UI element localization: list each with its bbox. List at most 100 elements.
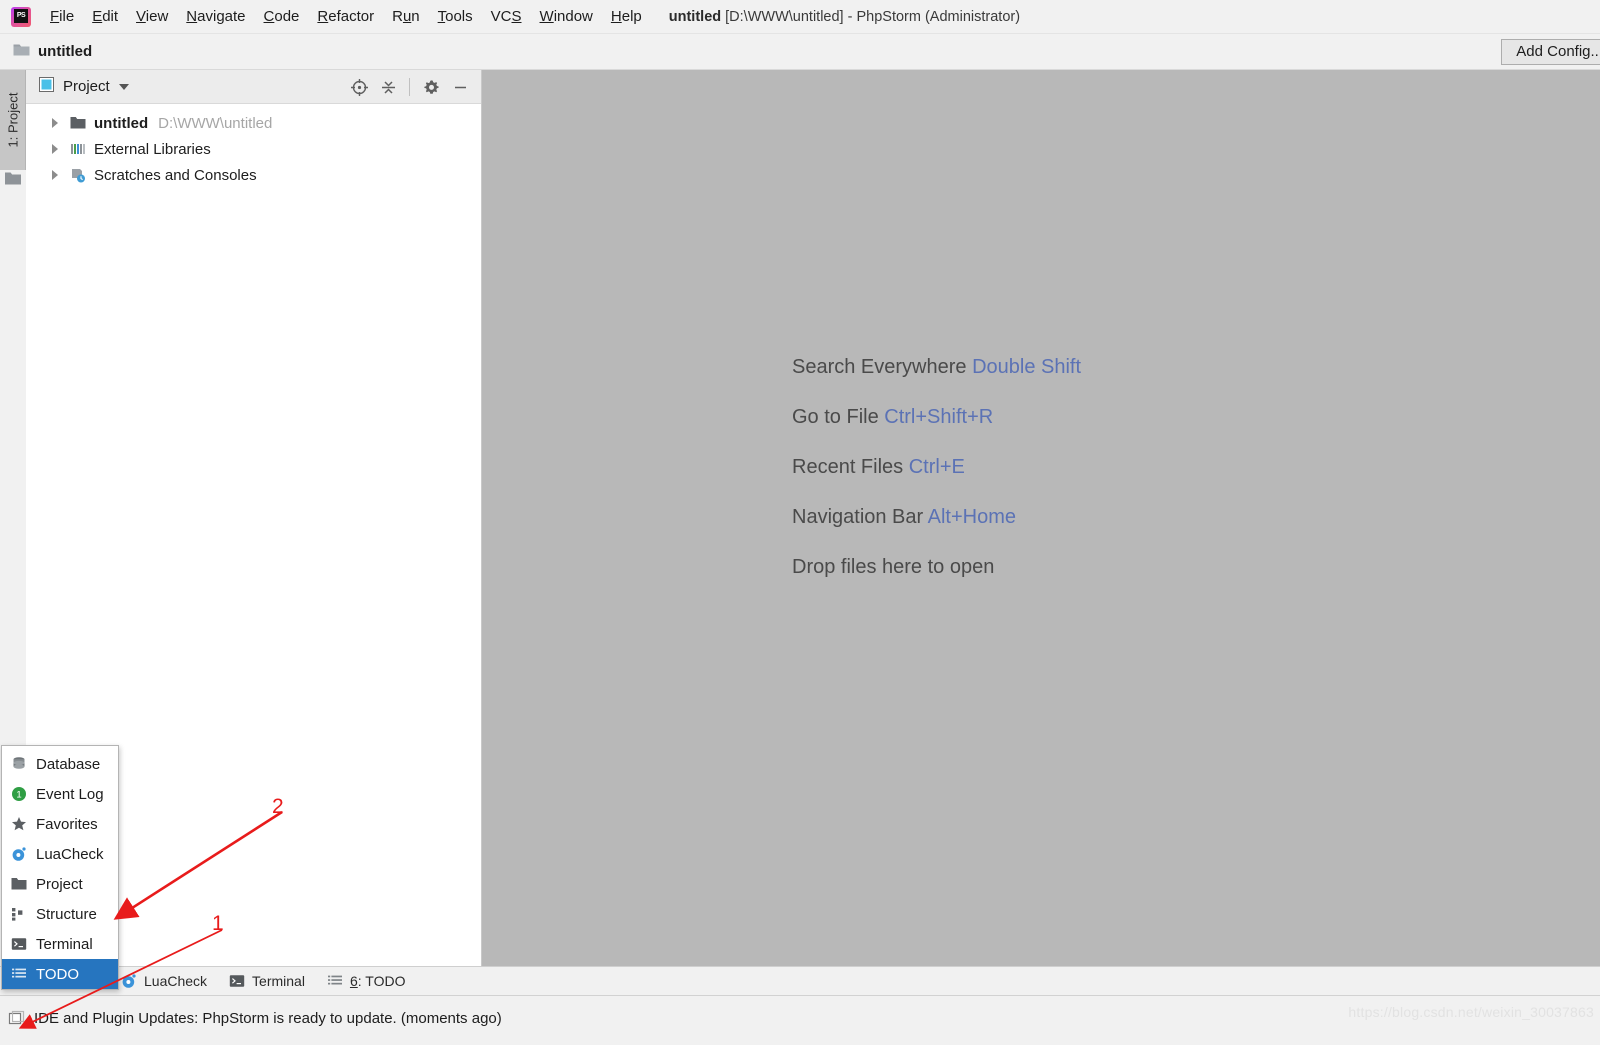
collapse-all-icon[interactable] bbox=[375, 74, 401, 100]
tool-window-popup-menu: Database 1 Event Log Favorites LuaCheck Proje… bbox=[1, 745, 119, 990]
editor-empty-area[interactable]: Search Everywhere Double Shift Go to File… bbox=[482, 70, 1600, 966]
bottom-tab-label: LuaCheck bbox=[144, 973, 208, 989]
popup-item-todo[interactable]: TODO bbox=[2, 959, 118, 989]
menu-item-vcs[interactable]: VCS bbox=[482, 4, 531, 29]
chevron-right-icon[interactable] bbox=[52, 144, 58, 154]
menu-item-edit[interactable]: Edit bbox=[83, 4, 127, 29]
bottom-tab-terminal[interactable]: Terminal bbox=[218, 967, 316, 996]
breadcrumb-project-name[interactable]: untitled bbox=[38, 43, 92, 60]
tree-row[interactable]: untitled D:\WWW\untitled bbox=[26, 110, 481, 136]
project-tool-window-header: Project bbox=[26, 70, 481, 104]
sidebar-item-project-label: 1: Project bbox=[5, 92, 20, 148]
scratches-icon bbox=[70, 167, 86, 183]
database-icon bbox=[10, 756, 28, 772]
tree-row-path: D:\WWW\untitled bbox=[158, 114, 273, 132]
bottom-tab-luacheck[interactable]: LuaCheck bbox=[110, 967, 218, 996]
menu-item-help[interactable]: Help bbox=[602, 4, 651, 29]
editor-hint-list: Search Everywhere Double Shift Go to File… bbox=[792, 356, 1081, 579]
tree-row[interactable]: External Libraries bbox=[26, 136, 481, 162]
editor-hint-text: Recent Files bbox=[792, 456, 909, 478]
popup-item-luacheck[interactable]: LuaCheck bbox=[2, 839, 118, 869]
popup-item-label: Structure bbox=[36, 905, 97, 923]
menu-item-view[interactable]: View bbox=[127, 4, 177, 29]
status-bar: IDE and Plugin Updates: PhpStorm is read… bbox=[0, 995, 1600, 1041]
todo-icon bbox=[327, 973, 343, 989]
editor-hint-text: Search Everywhere bbox=[792, 356, 973, 378]
watermark-text: https://blog.csdn.net/weixin_30037863 bbox=[1348, 1004, 1594, 1020]
popup-item-label: Event Log bbox=[36, 785, 104, 803]
popup-item-favorites[interactable]: Favorites bbox=[2, 809, 118, 839]
menu-item-tools[interactable]: Tools bbox=[429, 4, 482, 29]
popup-item-terminal[interactable]: Terminal bbox=[2, 929, 118, 959]
editor-hint-shortcut: Double Shift bbox=[972, 356, 1082, 378]
menu-item-window[interactable]: Window bbox=[531, 4, 602, 29]
sidebar-item-project[interactable]: 1: Project bbox=[0, 70, 26, 170]
editor-hint-text: Go to File bbox=[792, 406, 885, 428]
popup-item-label: Terminal bbox=[36, 935, 93, 953]
minimize-icon[interactable] bbox=[447, 74, 473, 100]
window-title: untitled [D:\WWW\untitled] - PhpStorm (A… bbox=[669, 9, 1020, 25]
window-title-project: untitled bbox=[668, 8, 722, 25]
folder-icon[interactable] bbox=[5, 172, 21, 189]
menu-item-navigate[interactable]: Navigate bbox=[177, 4, 254, 29]
bottom-tab-todo[interactable]: 6: TODO bbox=[316, 967, 417, 996]
popup-item-project[interactable]: Project bbox=[2, 869, 118, 899]
editor-hint-text: Navigation Bar bbox=[792, 506, 928, 528]
editor-hint: Recent Files Ctrl+E bbox=[792, 456, 1081, 479]
structure-icon bbox=[10, 906, 28, 922]
menu-item-file[interactable]: File bbox=[41, 4, 83, 29]
folder-icon bbox=[13, 43, 30, 61]
navigation-bar: untitled Add Config... bbox=[0, 34, 1600, 70]
editor-hint-text: Drop files here to open bbox=[792, 556, 995, 578]
folder-icon bbox=[10, 876, 28, 892]
terminal-icon bbox=[10, 936, 28, 952]
popup-item-eventlog[interactable]: 1 Event Log bbox=[2, 779, 118, 809]
project-tool-window-actions bbox=[346, 70, 473, 104]
chevron-right-icon[interactable] bbox=[52, 118, 58, 128]
libraries-icon bbox=[70, 141, 86, 157]
bottom-tool-window-stripe: LuaCheck Terminal 6: TODO bbox=[0, 966, 1600, 995]
popup-item-label: Database bbox=[36, 755, 101, 773]
editor-hint: Drop files here to open bbox=[792, 556, 1081, 579]
popup-item-label: TODO bbox=[36, 965, 80, 983]
editor-hint: Go to File Ctrl+Shift+R bbox=[792, 406, 1081, 429]
luacheck-icon bbox=[121, 973, 137, 989]
popup-item-label: Project bbox=[36, 875, 83, 893]
menu-item-run[interactable]: Run bbox=[383, 4, 429, 29]
editor-hint-shortcut: Ctrl+Shift+R bbox=[884, 406, 994, 428]
popup-item-structure[interactable]: Structure bbox=[2, 899, 118, 929]
add-configuration-button[interactable]: Add Config... bbox=[1501, 39, 1600, 65]
popup-item-label: LuaCheck bbox=[36, 845, 104, 863]
project-tool-window-title: Project bbox=[63, 78, 110, 95]
star-icon bbox=[10, 816, 28, 832]
tool-window-icon bbox=[39, 77, 54, 96]
svg-text:1: 1 bbox=[16, 790, 21, 801]
popup-item-database[interactable]: Database bbox=[2, 749, 118, 779]
bottom-tab-label: Terminal bbox=[252, 973, 305, 989]
tree-row-label: untitled bbox=[94, 114, 149, 132]
editor-hint-shortcut: Alt+Home bbox=[927, 506, 1017, 528]
locate-icon[interactable] bbox=[346, 74, 372, 100]
event-log-icon: 1 bbox=[10, 786, 28, 802]
bottom-tab-label: 6: TODO bbox=[349, 973, 406, 989]
window-title-rest: [D:\WWW\untitled] - PhpStorm (Administra… bbox=[721, 8, 1021, 25]
statusbar-notification-icon[interactable] bbox=[8, 1010, 25, 1027]
chevron-right-icon[interactable] bbox=[52, 170, 58, 180]
project-tree: untitled D:\WWW\untitled External Librarie… bbox=[26, 104, 481, 188]
popup-item-label: Favorites bbox=[36, 815, 98, 833]
todo-icon bbox=[10, 966, 28, 982]
chevron-down-icon[interactable] bbox=[118, 83, 129, 90]
menu-item-refactor[interactable]: Refactor bbox=[308, 4, 383, 29]
editor-hint-shortcut: Ctrl+E bbox=[908, 456, 965, 478]
statusbar-message[interactable]: IDE and Plugin Updates: PhpStorm is read… bbox=[34, 1010, 502, 1027]
tree-row-label: External Libraries bbox=[94, 140, 211, 158]
tree-row[interactable]: Scratches and Consoles bbox=[26, 162, 481, 188]
gear-icon[interactable] bbox=[418, 74, 444, 100]
folder-icon bbox=[70, 115, 86, 131]
menu-bar: FileEditViewNavigateCodeRefactorRunTools… bbox=[0, 0, 1600, 34]
menu-item-code[interactable]: Code bbox=[255, 4, 309, 29]
terminal-icon bbox=[229, 973, 245, 989]
tree-row-label: Scratches and Consoles bbox=[94, 166, 257, 184]
luacheck-icon bbox=[10, 846, 28, 862]
toolbar-separator bbox=[409, 78, 410, 96]
